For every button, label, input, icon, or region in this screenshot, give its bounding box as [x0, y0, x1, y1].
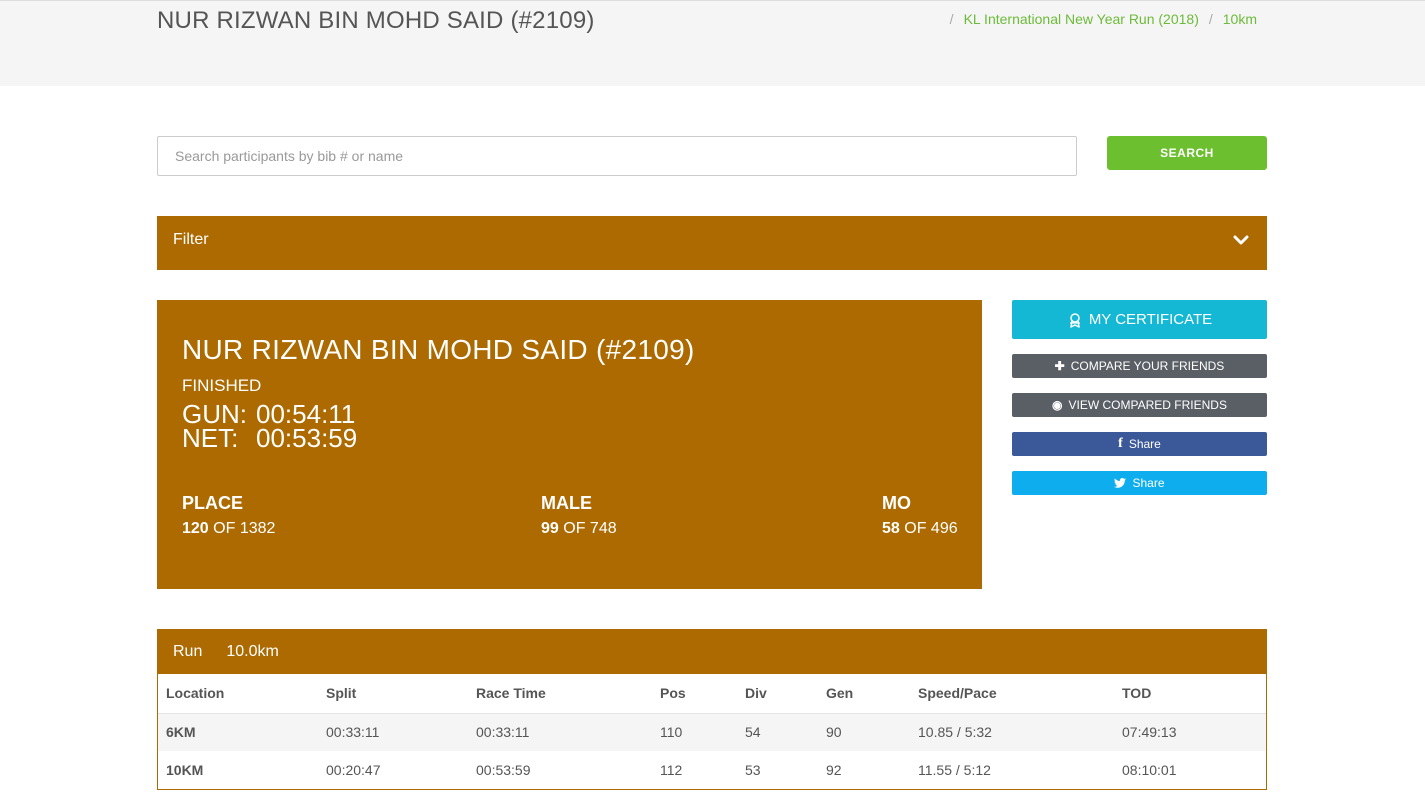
- splits-header: Run 10.0km: [158, 630, 1266, 674]
- table-cell: 11.55 / 5:12: [918, 762, 991, 778]
- my-certificate-label: MY CERTIFICATE: [1088, 311, 1213, 328]
- table-cell: 10.85 / 5:32: [910, 713, 1114, 751]
- net-time-label: NET:: [182, 423, 239, 453]
- table-cell: 53: [745, 762, 761, 778]
- view-compared-friends-button[interactable]: ◉ VIEW COMPARED FRIENDS: [1012, 393, 1267, 417]
- stat-gender: MALE 99 OF 748: [541, 493, 617, 538]
- table-row: 6KM 00:33:11 00:33:11 110 54 90 10.85 / …: [158, 713, 1266, 751]
- stat-total: OF 748: [563, 520, 617, 537]
- chevron-down-icon: [1233, 235, 1249, 245]
- search-input[interactable]: [157, 136, 1077, 176]
- certificate-icon: [1069, 312, 1080, 328]
- table-cell: 00:33:11: [468, 713, 652, 751]
- stat-rank: 58: [882, 520, 900, 537]
- stat-division: MO 58 OF 496: [882, 493, 958, 538]
- stat-total: OF 496: [904, 520, 958, 537]
- twitter-icon: [1114, 478, 1127, 488]
- column-header: Div: [737, 674, 818, 714]
- stat-title: MALE: [541, 493, 592, 513]
- target-icon: ◉: [1052, 398, 1063, 412]
- table-header-row: Location Split Race Time Pos Div Gen Spe…: [158, 674, 1266, 714]
- breadcrumb-category-link[interactable]: 10km: [1223, 11, 1257, 27]
- stat-rank: 99: [541, 520, 559, 537]
- twitter-share-button[interactable]: Share: [1012, 471, 1267, 495]
- filter-label: Filter: [173, 231, 209, 248]
- breadcrumb-separator: /: [1208, 11, 1213, 27]
- table-cell: 90: [818, 713, 910, 751]
- table-cell: 110: [652, 713, 737, 751]
- filter-toggle[interactable]: Filter: [157, 216, 1267, 270]
- compare-friends-label: COMPARE YOUR FRIENDS: [1070, 359, 1225, 373]
- splits-event: Run: [173, 643, 203, 660]
- column-header: Location: [158, 674, 318, 714]
- finish-status: FINISHED: [182, 376, 262, 395]
- column-header: Race Time: [468, 674, 652, 714]
- column-header: Pos: [652, 674, 737, 714]
- table-cell: 54: [737, 713, 818, 751]
- my-certificate-button[interactable]: MY CERTIFICATE: [1012, 300, 1267, 339]
- stat-value: 99 OF 748: [541, 520, 617, 538]
- table-cell: 00:20:47: [326, 762, 381, 778]
- view-compared-label: VIEW COMPARED FRIENDS: [1068, 398, 1227, 412]
- table-cell: 10KM: [166, 762, 204, 778]
- twitter-share-label: Share: [1132, 476, 1165, 490]
- stat-value: 120 OF 1382: [182, 520, 275, 538]
- breadcrumb: / KL International New Year Run (2018) /…: [950, 11, 1261, 27]
- result-card: NUR RIZWAN BIN MOHD SAID (#2109) FINISHE…: [157, 300, 982, 589]
- facebook-icon: f: [1118, 436, 1123, 451]
- finish-times: GUN: 00:54:11 NET: 00:53:59: [182, 401, 358, 453]
- stat-place: PLACE 120 OF 1382: [182, 493, 275, 538]
- column-header: Speed/Pace: [910, 674, 1114, 714]
- stat-rank: 120: [182, 520, 209, 537]
- column-header: TOD: [1114, 674, 1266, 714]
- stat-value: 58 OF 496: [882, 520, 958, 538]
- page-header: NUR RIZWAN BIN MOHD SAID (#2109) / KL In…: [0, 0, 1425, 86]
- facebook-share-button[interactable]: f Share: [1012, 432, 1267, 456]
- splits-distance: 10.0km: [226, 643, 279, 660]
- table-cell: 112: [660, 762, 683, 778]
- table-cell: 92: [826, 762, 842, 778]
- net-time-value: 00:53:59: [256, 423, 358, 453]
- stat-total: OF 1382: [213, 520, 276, 537]
- page-title: NUR RIZWAN BIN MOHD SAID (#2109): [157, 7, 595, 34]
- column-header: Gen: [818, 674, 910, 714]
- splits-panel: Run 10.0km Location Split Race Time Pos …: [157, 629, 1267, 790]
- breadcrumb-separator: /: [949, 11, 954, 27]
- table-cell: 00:33:11: [318, 713, 468, 751]
- runner-name: NUR RIZWAN BIN MOHD SAID (#2109): [182, 334, 695, 365]
- stat-title: MO: [882, 493, 911, 513]
- table-cell: 00:53:59: [476, 762, 531, 778]
- table-row: 10KM 00:20:47 00:53:59 112 53 92 11.55 /…: [158, 751, 1266, 789]
- facebook-share-label: Share: [1128, 437, 1161, 451]
- breadcrumb-event-link[interactable]: KL International New Year Run (2018): [964, 11, 1199, 27]
- plus-icon: ✚: [1054, 359, 1065, 373]
- table-cell: 08:10:01: [1122, 762, 1177, 778]
- compare-friends-button[interactable]: ✚ COMPARE YOUR FRIENDS: [1012, 354, 1267, 378]
- table-cell: 6KM: [158, 713, 318, 751]
- stat-title: PLACE: [182, 493, 244, 513]
- table-cell: 07:49:13: [1114, 713, 1266, 751]
- search-button[interactable]: SEARCH: [1107, 136, 1267, 170]
- column-header: Split: [318, 674, 468, 714]
- net-time-row: NET: 00:53:59: [182, 423, 358, 453]
- splits-table: Location Split Race Time Pos Div Gen Spe…: [158, 674, 1266, 789]
